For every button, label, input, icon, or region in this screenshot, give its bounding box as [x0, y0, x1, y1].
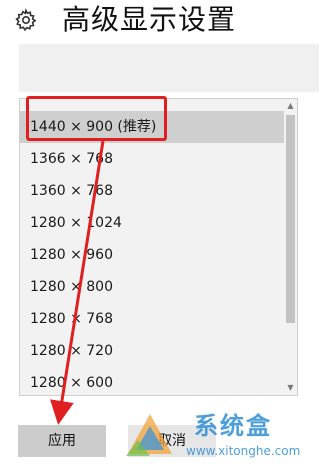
- resolution-option[interactable]: 1280 × 768: [20, 303, 284, 335]
- resolution-list-items: 1440 × 900 (推荐) 1366 × 768 1360 × 768 12…: [20, 111, 284, 395]
- resolution-option[interactable]: 1360 × 768: [20, 175, 284, 207]
- apply-button[interactable]: 应用: [18, 425, 106, 457]
- resolution-option[interactable]: 1280 × 800: [20, 271, 284, 303]
- resolution-option-selected[interactable]: 1440 × 900 (推荐): [20, 111, 284, 143]
- advanced-display-settings: 高级显示设置 1440 × 900 (推荐) 1366 × 768 1360 ×…: [0, 0, 319, 468]
- resolution-option[interactable]: 1280 × 960: [20, 239, 284, 271]
- resolution-option[interactable]: 1280 × 600: [20, 367, 284, 395]
- resolution-option[interactable]: 1280 × 720: [20, 335, 284, 367]
- vertical-scrollbar[interactable]: ▲ ▼: [284, 99, 297, 395]
- scroll-down-arrow-icon[interactable]: ▼: [284, 381, 297, 395]
- cancel-button[interactable]: 取消: [128, 425, 216, 457]
- resolution-option[interactable]: 1280 × 1024: [20, 207, 284, 239]
- resolution-option[interactable]: 1366 × 768: [20, 143, 284, 175]
- display-preview-area: [19, 44, 319, 92]
- scroll-up-arrow-icon[interactable]: ▲: [284, 99, 297, 113]
- scroll-thumb[interactable]: [286, 115, 295, 323]
- gear-icon: [15, 8, 37, 32]
- page-title: 高级显示设置: [62, 3, 237, 36]
- resolution-list[interactable]: 1440 × 900 (推荐) 1366 × 768 1360 × 768 12…: [19, 98, 298, 396]
